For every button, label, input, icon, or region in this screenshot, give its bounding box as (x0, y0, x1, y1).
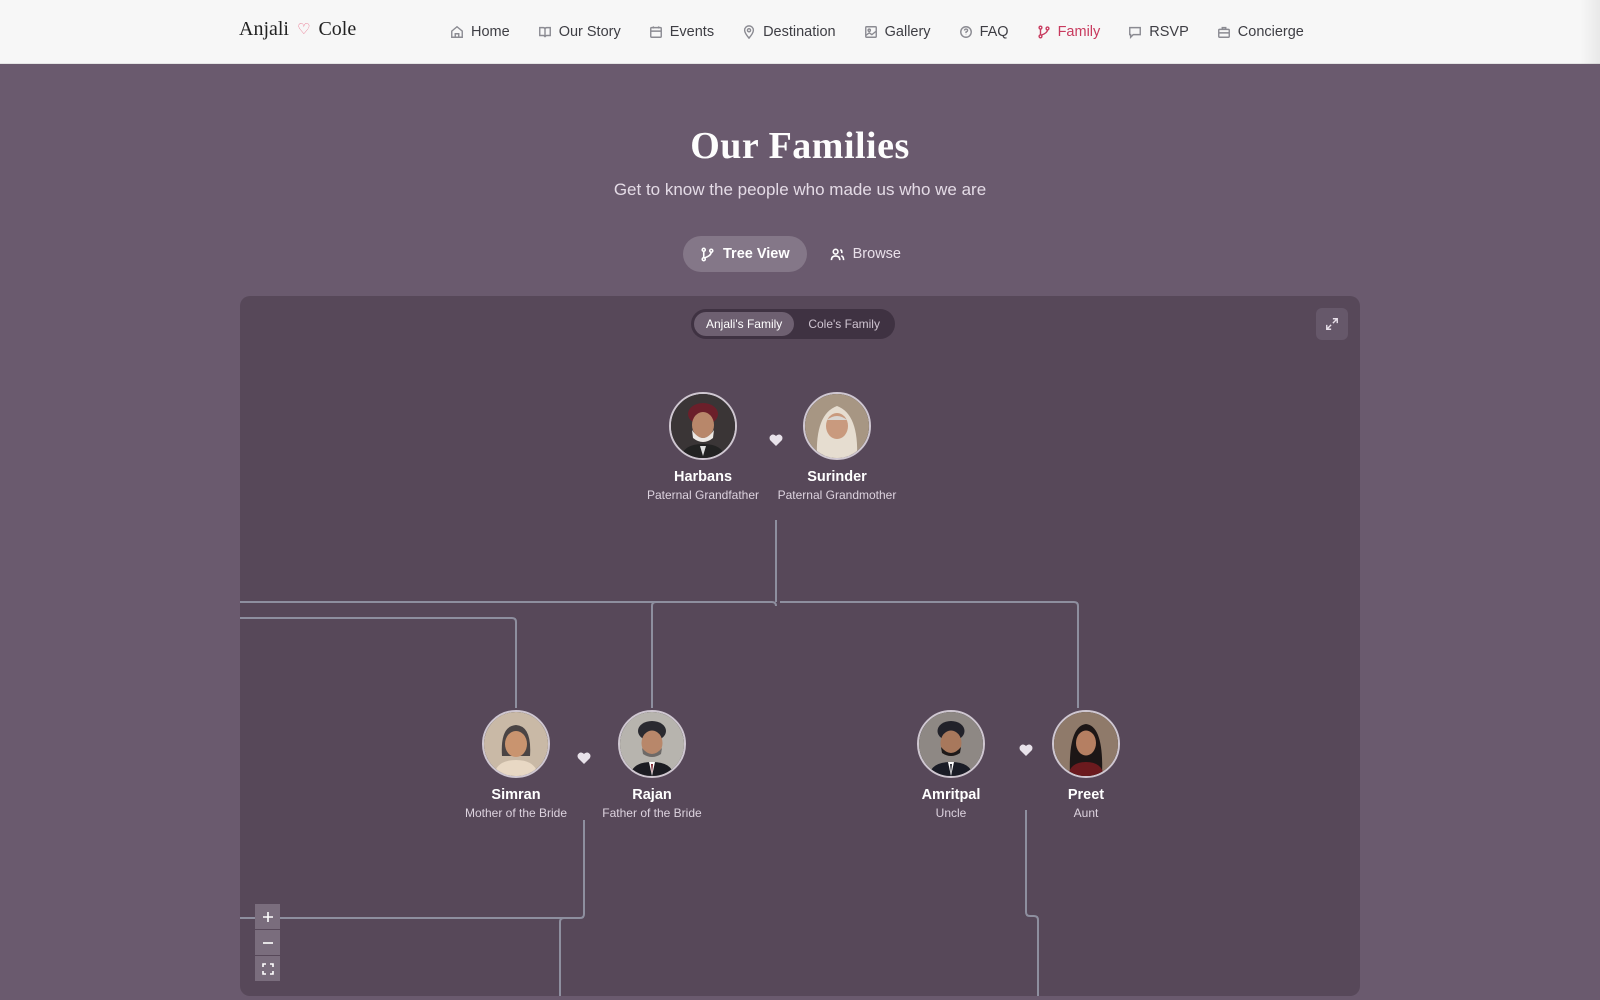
nav-item-label: Concierge (1237, 24, 1304, 40)
browse-label: Browse (852, 246, 901, 262)
nav-item-label: Gallery (884, 24, 931, 40)
home-icon (451, 25, 463, 38)
person-card-harbans[interactable]: Harbans Paternal Grandfather (643, 392, 763, 503)
person-photo (1054, 712, 1118, 776)
brand-name-right: Cole (318, 18, 357, 40)
page-subtitle: Get to know the people who made us who w… (613, 180, 987, 199)
connector-right-branch (780, 601, 1079, 708)
connector-simran-parent (240, 617, 517, 708)
person-name: Simran (491, 787, 541, 803)
cole-family-tab[interactable]: Cole's Family (796, 312, 892, 336)
nav-item-label: Destination (763, 24, 836, 40)
fullscreen-button[interactable] (1316, 308, 1348, 340)
family-tree-panel[interactable]: Anjali's Family Cole's Family Harbans Pa… (240, 296, 1360, 996)
plus-icon (262, 911, 273, 922)
brand-logo[interactable]: Anjali ♡ Cole (239, 18, 356, 41)
avatar (1052, 710, 1120, 778)
person-card-simran[interactable]: Simran Mother of the Bride (456, 710, 576, 821)
minus-icon (262, 941, 273, 944)
nav-item-label: Events (669, 24, 715, 40)
person-name: Preet (1067, 787, 1105, 803)
person-name: Harbans (673, 469, 733, 485)
person-photo (919, 712, 983, 776)
person-card-preet[interactable]: Preet Aunt (1026, 710, 1146, 821)
person-photo (671, 394, 735, 458)
family-toggle: Anjali's Family Cole's Family (691, 309, 895, 339)
nav-item-our-story[interactable]: Our Story (524, 0, 635, 64)
person-card-surinder[interactable]: Surinder Paternal Grandmother (777, 392, 897, 503)
connector-amritpal-preet-down (1025, 810, 1039, 996)
nav-item-home[interactable]: Home (436, 0, 524, 64)
zoom-in-button[interactable] (255, 904, 280, 929)
person-role: Uncle (935, 806, 967, 820)
nav-item-faq[interactable]: FAQ (945, 0, 1023, 64)
anjali-family-tab[interactable]: Anjali's Family (694, 312, 795, 336)
person-photo (484, 712, 548, 776)
connector-simran-rajan-down (240, 820, 585, 919)
page-title: Our Families (690, 125, 910, 167)
image-icon (864, 26, 877, 38)
tree-view-button[interactable]: Tree View (683, 236, 807, 272)
nav-item-label: Our Story (558, 24, 621, 40)
users-icon (830, 248, 845, 260)
tree-view-label: Tree View (723, 246, 790, 262)
avatar (669, 392, 737, 460)
nav-item-label: FAQ (979, 24, 1009, 40)
person-role: Paternal Grandmother (777, 488, 897, 502)
nav-item-family[interactable]: Family (1023, 0, 1115, 64)
avatar (618, 710, 686, 778)
calendar-icon (649, 26, 662, 38)
top-navbar: Anjali ♡ Cole Home Our Story Events Dest… (0, 0, 1600, 64)
nav-item-concierge[interactable]: Concierge (1203, 0, 1318, 64)
couple-heart-icon (576, 750, 592, 766)
person-role: Aunt (1073, 806, 1099, 820)
nav-item-label: Home (471, 24, 510, 40)
book-icon (538, 26, 551, 38)
main-nav: Home Our Story Events Destination Galler… (436, 0, 1318, 64)
nav-item-events[interactable]: Events (635, 0, 728, 64)
avatar (482, 710, 550, 778)
nav-item-label: RSVP (1149, 24, 1189, 40)
expand-icon (1326, 318, 1338, 330)
person-photo (805, 394, 869, 458)
git-branch-icon (1037, 25, 1050, 39)
person-name: Surinder (807, 469, 867, 485)
nav-item-destination[interactable]: Destination (728, 0, 850, 64)
person-role: Father of the Bride (602, 806, 702, 820)
person-role: Paternal Grandfather (646, 488, 760, 502)
concierge-icon (1217, 26, 1230, 38)
person-name: Rajan (632, 787, 672, 803)
person-role: Mother of the Bride (464, 806, 568, 820)
brand-name-left: Anjali (239, 18, 289, 40)
person-name: Amritpal (921, 787, 981, 803)
map-pin-icon (744, 25, 755, 39)
person-card-rajan[interactable]: Rajan Father of the Bride (592, 710, 712, 821)
fit-view-button[interactable] (255, 956, 280, 981)
help-circle-icon (959, 26, 972, 38)
message-icon (1129, 26, 1142, 39)
connector-rajan (651, 601, 772, 708)
scroll-shadow (1580, 0, 1600, 64)
person-photo (620, 712, 684, 776)
view-toggle: Tree View Browse (683, 236, 918, 272)
zoom-out-button[interactable] (255, 930, 280, 955)
fit-view-icon (261, 962, 274, 975)
nav-item-rsvp[interactable]: RSVP (1114, 0, 1203, 64)
avatar (917, 710, 985, 778)
connector-simran-rajan-child (559, 917, 565, 996)
nav-item-gallery[interactable]: Gallery (850, 0, 945, 64)
git-branch-icon (701, 247, 714, 261)
nav-item-label: Family (1057, 24, 1101, 40)
browse-button[interactable]: Browse (813, 236, 918, 272)
avatar (803, 392, 871, 460)
heart-icon: ♡ (297, 22, 311, 38)
person-card-amritpal[interactable]: Amritpal Uncle (891, 710, 1011, 821)
zoom-controls (255, 904, 280, 981)
